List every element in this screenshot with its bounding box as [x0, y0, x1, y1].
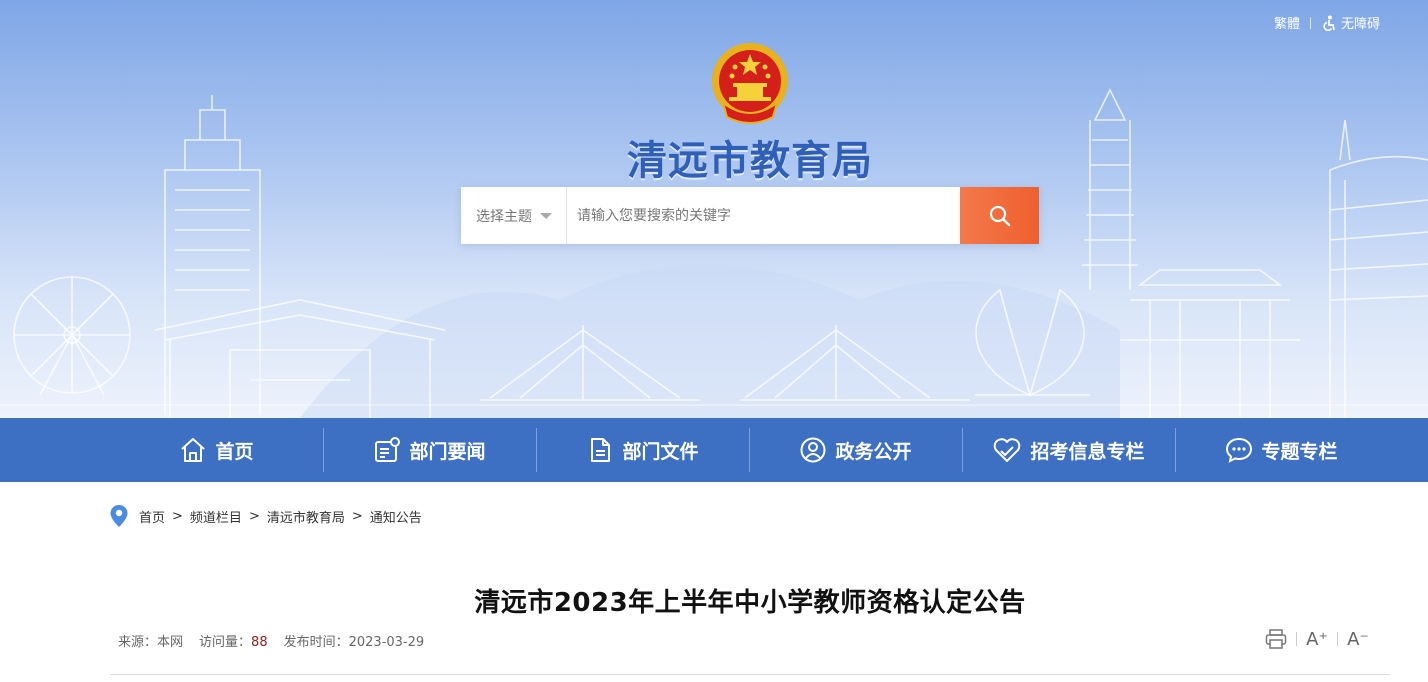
topic-select-label: 选择主题 — [476, 208, 532, 225]
nav-item-special-topics[interactable]: 专题专栏 — [1175, 418, 1388, 482]
article-views: 访问量：88 — [199, 631, 268, 650]
nav-item-news[interactable]: 部门要闻 — [323, 418, 536, 482]
nav-item-government-affairs[interactable]: 政务公开 — [749, 418, 962, 482]
nav-item-label: 部门文件 — [622, 440, 699, 463]
news-icon — [375, 437, 401, 462]
print-icon — [1265, 629, 1287, 649]
utility-separator — [1309, 16, 1311, 29]
date-label: 发布时间： — [283, 635, 349, 650]
date-value: 2023-03-29 — [348, 635, 425, 650]
breadcrumb-notices[interactable]: 通知公告 — [370, 507, 422, 526]
tool-separator — [1296, 632, 1297, 646]
nav-item-home[interactable]: 首页 — [110, 418, 323, 482]
source-value: 本网 — [157, 635, 184, 650]
article-title: 清远市2023年上半年中小学教师资格认定公告 — [474, 588, 1026, 618]
breadcrumb: 首页 > 频道栏目 > 清远市教育局 > 通知公告 — [109, 504, 422, 528]
font-decrease-button[interactable]: A⁻ — [1344, 627, 1372, 651]
utility-links: 繁體 无障碍 — [1274, 13, 1380, 32]
breadcrumb-separator: > — [172, 508, 183, 524]
location-pin-icon — [110, 505, 128, 527]
search-button[interactable] — [960, 187, 1039, 244]
nav-item-recruitment[interactable]: 招考信息专栏 — [962, 418, 1175, 482]
font-increase-button[interactable]: A⁺ — [1303, 627, 1331, 651]
breadcrumb-separator: > — [248, 508, 260, 524]
search-bar: 选择主题 — [461, 187, 1039, 244]
source-label: 来源： — [118, 635, 158, 650]
views-count: 88 — [251, 635, 268, 650]
search-icon — [989, 205, 1010, 226]
views-label: 访问量： — [199, 635, 252, 650]
nav-item-label: 部门要闻 — [409, 440, 486, 463]
national-emblem-icon — [712, 43, 788, 124]
nav-item-label: 首页 — [215, 440, 254, 463]
breadcrumb-separator: > — [351, 508, 363, 524]
article-tools: A⁺ A⁻ — [1262, 627, 1372, 651]
traditional-chinese-link[interactable]: 繁體 — [1274, 13, 1300, 32]
header-banner: 繁體 无障碍 清远市教育局 选择主题 — [0, 0, 1428, 418]
divider — [110, 674, 1390, 675]
nav-item-label: 政务公开 — [835, 440, 912, 463]
nav-item-label: 招考信息专栏 — [1030, 440, 1145, 463]
main-nav: 首页 部门要闻 部门文件 政务公开 招考信息专栏 专题专栏 — [0, 418, 1428, 482]
article-source: 来源：本网 — [118, 631, 183, 650]
home-icon — [181, 438, 206, 462]
user-circle-icon — [800, 437, 826, 463]
heart-hand-icon — [994, 438, 1021, 462]
search-input[interactable] — [567, 187, 960, 244]
chevron-down-icon — [540, 212, 552, 219]
accessibility-icon — [1323, 15, 1335, 31]
nav-item-label: 专题专栏 — [1261, 440, 1338, 463]
print-button[interactable] — [1262, 627, 1290, 651]
document-icon — [591, 438, 611, 462]
tool-separator — [1337, 632, 1338, 646]
accessibility-label: 无障碍 — [1340, 17, 1380, 32]
breadcrumb-home[interactable]: 首页 — [139, 507, 165, 526]
article-meta: 来源：本网 访问量：88 发布时间：2023-03-29 — [118, 631, 440, 650]
article-date: 发布时间：2023-03-29 — [284, 631, 425, 650]
site-title: 清远市教育局 — [627, 138, 873, 184]
nav-item-documents[interactable]: 部门文件 — [536, 418, 749, 482]
accessibility-link[interactable]: 无障碍 — [1321, 13, 1380, 32]
breadcrumb-channels[interactable]: 频道栏目 — [190, 507, 242, 526]
chat-bubble-icon — [1226, 437, 1253, 463]
topic-select[interactable]: 选择主题 — [461, 187, 567, 244]
breadcrumb-bureau[interactable]: 清远市教育局 — [267, 507, 345, 526]
